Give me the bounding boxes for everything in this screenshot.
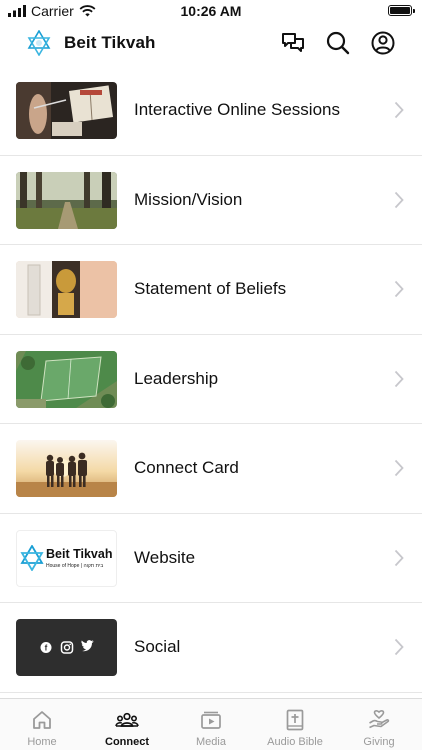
list-item-label: Leadership — [134, 368, 219, 388]
logo-text: Beit Tikvah — [46, 546, 113, 561]
tab-label: Audio Bible — [267, 736, 323, 748]
status-bar: Carrier 10:26 AM — [0, 0, 422, 22]
forest-path-thumbnail — [16, 171, 117, 229]
list-item-leadership[interactable]: Leadership — [0, 335, 422, 424]
tab-label: Media — [196, 736, 226, 748]
media-icon — [201, 711, 221, 729]
friends-sunset-thumbnail — [16, 440, 117, 497]
logo-subtext: House of Hope | בית תקוה — [46, 562, 104, 569]
star-of-david-icon — [20, 544, 44, 571]
home-icon — [33, 711, 51, 729]
tab-audio-bible[interactable]: Audio Bible — [253, 699, 337, 750]
chevron-right-icon — [394, 638, 404, 656]
list-item-statement-of-beliefs[interactable]: Statement of Beliefs — [0, 245, 422, 335]
tab-media[interactable]: Media — [169, 699, 253, 750]
connect-menu-list: Interactive Online Sessions Mission/Visi… — [0, 66, 422, 693]
tab-label: Home — [27, 736, 57, 748]
app-header: Beit Tikvah — [0, 22, 422, 66]
star-of-david-logo — [27, 30, 51, 56]
chevron-right-icon — [394, 459, 404, 477]
list-item-label: Social — [134, 637, 181, 656]
tab-label: Giving — [363, 736, 395, 748]
people-icon — [115, 712, 139, 727]
list-item-label: Connect Card — [134, 458, 239, 477]
tab-connect[interactable]: Connect — [85, 699, 169, 750]
search-icon[interactable] — [325, 30, 351, 56]
list-item-connect-card[interactable]: Connect Card — [0, 424, 422, 514]
chevron-right-icon — [394, 370, 404, 387]
bottom-tab-bar: Home Connect Media Audio Bible Giving — [0, 698, 422, 750]
bible-icon — [286, 709, 304, 731]
list-item-website[interactable]: Beit Tikvah House of Hope | בית תקוה Web… — [0, 514, 422, 603]
torah-scroll-thumbnail — [16, 261, 117, 318]
list-item-label: Mission/Vision — [134, 189, 243, 209]
tab-giving[interactable]: Giving — [337, 699, 421, 750]
social-icons-thumbnail: f — [16, 619, 117, 676]
beit-tikvah-logo-thumbnail: Beit Tikvah House of Hope | בית תקוה — [16, 529, 117, 587]
chevron-right-icon — [394, 549, 404, 566]
aerial-field-thumbnail — [16, 350, 117, 408]
list-item-label: Statement of Beliefs — [134, 279, 287, 298]
status-time: 10:26 AM — [180, 3, 242, 19]
list-item-mission-vision[interactable]: Mission/Vision — [0, 156, 422, 245]
list-item-label: Website — [134, 547, 196, 567]
list-item-interactive-online-sessions[interactable]: Interactive Online Sessions — [0, 66, 422, 156]
list-item-social[interactable]: f Social — [0, 603, 422, 693]
tab-home[interactable]: Home — [0, 699, 84, 750]
bible-reading-thumbnail — [16, 82, 117, 139]
chevron-right-icon — [394, 101, 404, 119]
tab-label: Connect — [105, 736, 149, 748]
battery-icon — [388, 5, 415, 16]
list-item-label: Interactive Online Sessions — [134, 100, 340, 119]
giving-icon — [369, 710, 390, 729]
facebook-icon: f — [40, 642, 52, 653]
chevron-right-icon — [394, 191, 404, 208]
chevron-right-icon — [394, 280, 404, 298]
profile-icon[interactable] — [370, 30, 396, 56]
chat-icon[interactable] — [280, 30, 306, 56]
svg-text:f: f — [45, 644, 48, 653]
page-title: Beit Tikvah — [64, 33, 156, 52]
